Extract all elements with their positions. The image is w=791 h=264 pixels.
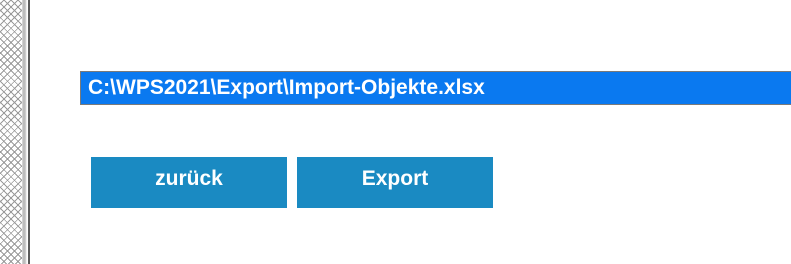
back-button[interactable]: zurück bbox=[91, 157, 287, 208]
export-button[interactable]: Export bbox=[297, 157, 493, 208]
border-edge-line bbox=[28, 0, 30, 264]
border-divider bbox=[22, 0, 27, 264]
export-dialog: C:\WPS2021\Export\Import-Objekte.xlsx zu… bbox=[0, 0, 791, 264]
crosshatch-border bbox=[0, 0, 22, 264]
export-file-path-input[interactable]: C:\WPS2021\Export\Import-Objekte.xlsx bbox=[80, 71, 791, 105]
